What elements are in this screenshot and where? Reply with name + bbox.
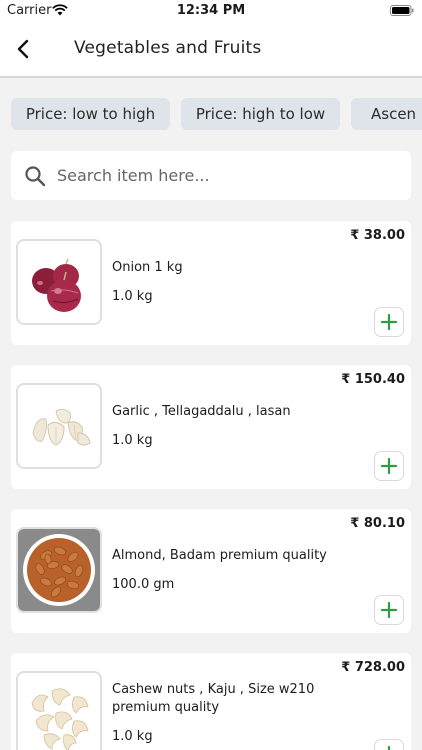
product-name: Cashew nuts , Kaju , Size w210 premium q… [112, 682, 315, 715]
plus-icon [380, 313, 398, 331]
plus-icon [380, 457, 398, 475]
product-image-garlic [16, 383, 102, 469]
product-name: Almond, Badam premium quality [112, 548, 327, 563]
search-box[interactable] [11, 151, 411, 200]
battery-icon [390, 5, 414, 16]
plus-icon [380, 601, 398, 619]
add-to-cart-button[interactable] [374, 307, 404, 337]
filter-chip-price-low-high[interactable]: Price: low to high [11, 98, 170, 130]
product-card[interactable]: Almond, Badam premium quality 100.0 gm ₹… [11, 509, 411, 633]
product-name: Garlic , Tellagaddalu , lasan [112, 404, 291, 419]
search-icon [25, 166, 46, 187]
product-price: ₹ 38.00 [350, 228, 405, 243]
product-price: ₹ 728.00 [341, 660, 405, 675]
product-image-almond [16, 527, 102, 613]
filter-chip-price-high-low[interactable]: Price: high to low [181, 98, 340, 130]
product-quantity: 1.0 kg [112, 729, 153, 744]
product-card[interactable]: Onion 1 kg 1.0 kg ₹ 38.00 [11, 221, 411, 345]
filter-chip-ascending[interactable]: Ascen [351, 98, 422, 130]
product-image-onion [16, 239, 102, 325]
product-quantity: 1.0 kg [112, 289, 153, 304]
product-price: ₹ 80.10 [350, 516, 405, 531]
product-price: ₹ 150.40 [341, 372, 405, 387]
add-to-cart-button[interactable] [374, 451, 404, 481]
clock: 12:34 PM [176, 3, 246, 18]
app-header: Vegetables and Fruits [0, 22, 422, 78]
back-button[interactable] [8, 34, 38, 64]
chevron-left-icon [17, 39, 29, 59]
product-quantity: 100.0 gm [112, 577, 175, 592]
page-title: Vegetables and Fruits [74, 38, 262, 58]
add-to-cart-button[interactable] [374, 739, 404, 750]
status-bar: Carrier 12:34 PM [0, 0, 422, 22]
sort-filter-row: Price: low to high Price: high to low As… [0, 98, 422, 130]
add-to-cart-button[interactable] [374, 595, 404, 625]
plus-icon [387, 745, 391, 750]
product-card[interactable]: Cashew nuts , Kaju , Size w210 premium q… [11, 653, 411, 750]
product-name: Onion 1 kg [112, 260, 183, 275]
product-quantity: 1.0 kg [112, 433, 153, 448]
product-image-cashew [16, 671, 102, 750]
product-card[interactable]: Garlic , Tellagaddalu , lasan 1.0 kg ₹ 1… [11, 365, 411, 489]
search-input[interactable] [57, 160, 397, 190]
